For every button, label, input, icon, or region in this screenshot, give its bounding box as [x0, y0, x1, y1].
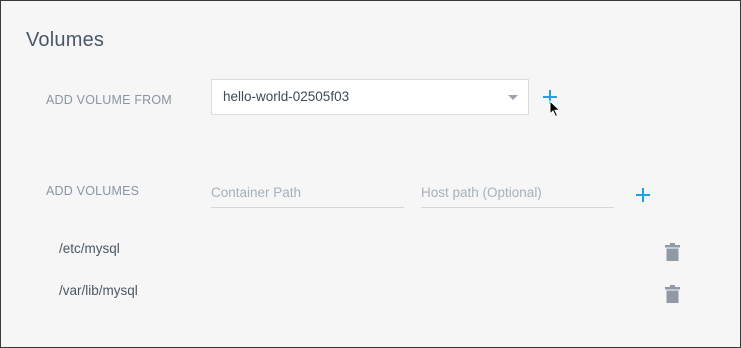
volume-source-select[interactable]: hello-world-02505f03	[211, 79, 529, 115]
trash-icon[interactable]	[665, 243, 680, 261]
add-volume-from-label: ADD VOLUME FROM	[46, 93, 172, 107]
trash-icon[interactable]	[665, 285, 680, 303]
add-volume-plus-icon[interactable]	[636, 188, 650, 202]
container-path-input[interactable]	[211, 181, 404, 203]
chevron-down-icon	[508, 95, 518, 100]
container-path-field[interactable]	[211, 181, 404, 208]
host-path-input[interactable]	[421, 181, 614, 203]
volume-path-item: /var/lib/mysql	[59, 283, 138, 298]
volumes-panel: Volumes ADD VOLUME FROM hello-world-0250…	[0, 0, 741, 348]
mouse-cursor-icon	[549, 100, 561, 118]
volume-path-item: /etc/mysql	[59, 241, 120, 256]
add-volumes-label: ADD VOLUMES	[46, 184, 140, 198]
section-title: Volumes	[26, 29, 105, 51]
host-path-field[interactable]	[421, 181, 614, 208]
volume-source-selected-value: hello-world-02505f03	[223, 89, 350, 104]
